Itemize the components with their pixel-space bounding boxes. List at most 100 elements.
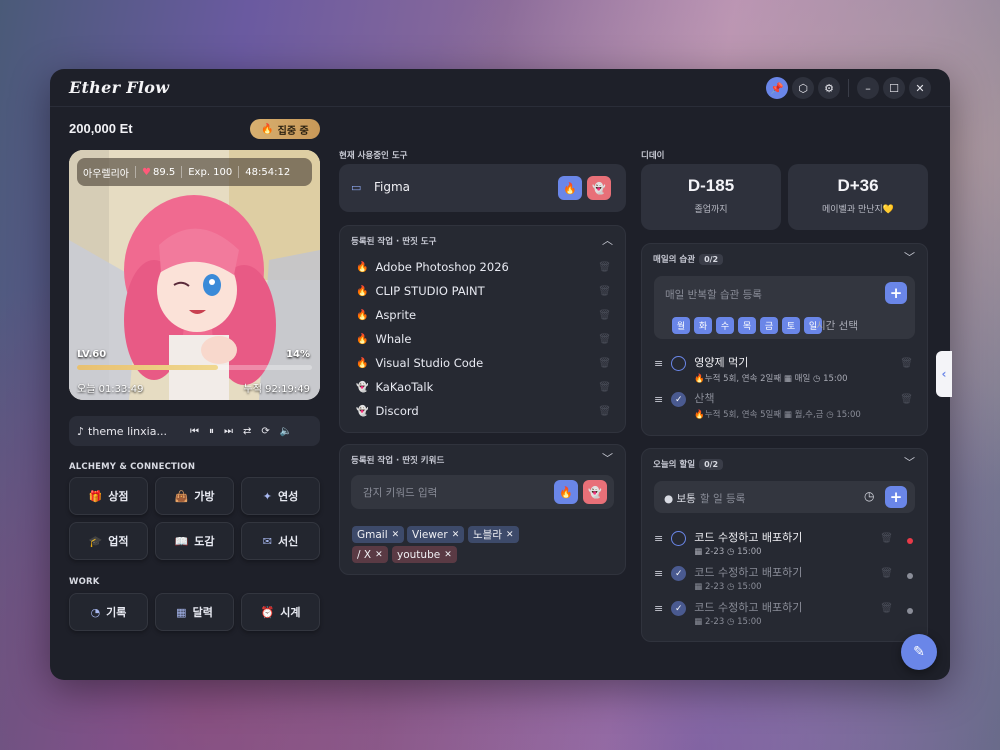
checkbox[interactable]: ✓	[671, 566, 687, 581]
mark-work-button[interactable]: 🔥	[558, 176, 582, 200]
trash-icon[interactable]: 🗑	[880, 568, 893, 579]
remove-chip-icon[interactable]: ✕	[392, 530, 400, 540]
drag-handle-icon[interactable]: ≡	[654, 602, 663, 615]
weekday-toggle[interactable]: 화	[694, 317, 712, 334]
remove-chip-icon[interactable]: ✕	[506, 530, 514, 540]
tool-item[interactable]: 🔥 Whale	[356, 332, 411, 346]
add-distraction-keyword-button[interactable]: 👻	[583, 480, 607, 504]
pin-icon[interactable]: 📌	[766, 77, 788, 99]
tool-name: Visual Studio Code	[375, 356, 484, 370]
chevron-down-icon[interactable]: ﹀	[904, 249, 915, 265]
dday-card[interactable]: D+36 메이벨과 만난지💛	[788, 164, 928, 230]
list-item[interactable]: ≡ 영양제 먹기 🔥누적 5회, 연속 2일째 ▦ 매일 ◷ 15:00	[654, 354, 848, 384]
tool-item[interactable]: 👻 Discord	[356, 404, 419, 418]
todo-input[interactable]: ● 보통 할 일 등록 ◷ +	[654, 481, 915, 513]
trash-icon[interactable]: 🗑	[598, 358, 611, 369]
add-habit-button[interactable]: +	[885, 282, 907, 304]
tool-item[interactable]: 🔥 Visual Studio Code	[356, 356, 483, 370]
time-select[interactable]: 시간 선택	[816, 318, 858, 333]
calendar-icon: ▦	[694, 617, 705, 627]
keyword-chip[interactable]: 노블라 ✕	[468, 526, 519, 543]
records-label: 기록	[106, 606, 127, 619]
records-button[interactable]: ◔ 기록	[69, 593, 148, 631]
add-todo-button[interactable]: +	[885, 486, 907, 508]
focus-status-badge[interactable]: 🔥 집중 중	[250, 119, 320, 139]
list-item[interactable]: ≡ 코드 수정하고 배포하기 ▦ 2-23 ◷ 15:00	[654, 529, 802, 557]
side-panel-toggle[interactable]: ‹	[936, 351, 952, 397]
list-item[interactable]: ≡ ✓ 코드 수정하고 배포하기 ▦ 2-23 ◷ 15:00	[654, 564, 802, 592]
clock-button[interactable]: ⏰ 시계	[241, 593, 320, 631]
calendar-button[interactable]: ▦ 달력	[155, 593, 234, 631]
trash-icon[interactable]: 🗑	[598, 286, 611, 297]
priority-selector[interactable]: ● 보통	[664, 491, 696, 506]
trash-icon[interactable]: 🗑	[900, 358, 913, 369]
tool-item[interactable]: 🔥 Adobe Photoshop 2026	[356, 260, 509, 274]
trash-icon[interactable]: 🗑	[880, 603, 893, 614]
drag-handle-icon[interactable]: ≡	[654, 532, 663, 545]
weekday-toggle[interactable]: 목	[738, 317, 756, 334]
dday-value: D+36	[837, 176, 879, 195]
collapse-icon[interactable]: ︿	[602, 232, 613, 248]
trash-icon[interactable]: 🗑	[880, 533, 893, 544]
bag-button[interactable]: 👜 가방	[155, 477, 234, 515]
clock-icon[interactable]: ◷	[864, 489, 874, 503]
tool-name: Asprite	[375, 308, 417, 322]
trash-icon[interactable]: 🗑	[598, 406, 611, 417]
shop-button[interactable]: 🎁 상점	[69, 477, 148, 515]
keyword-chip[interactable]: Viewer ✕	[407, 526, 465, 543]
habit-input-box[interactable]: 매일 반복할 습관 등록 + 월화수목금토일 시간 선택	[654, 276, 915, 339]
settings-icon[interactable]: ⚙	[818, 77, 840, 99]
pause-icon[interactable]: ⏸	[209, 426, 214, 437]
keyword-chip[interactable]: Gmail ✕	[352, 526, 405, 543]
next-icon[interactable]: ⏭	[224, 426, 233, 437]
chevron-down-icon[interactable]: ﹀	[904, 454, 915, 470]
edit-fab-button[interactable]: ✎	[901, 634, 937, 670]
collection-button[interactable]: 📖 도감	[155, 522, 234, 560]
keyword-chip[interactable]: / X ✕	[352, 546, 388, 563]
tool-item[interactable]: 👻 KaKaoTalk	[356, 380, 433, 394]
list-item[interactable]: ≡ ✓ 산책 🔥누적 5회, 연속 5일째 ▦ 월,수,금 ◷ 15:00	[654, 390, 861, 420]
mark-distraction-button[interactable]: 👻	[587, 176, 611, 200]
remove-chip-icon[interactable]: ✕	[375, 550, 383, 560]
trash-icon[interactable]: 🗑	[598, 334, 611, 345]
weekday-toggle[interactable]: 수	[716, 317, 734, 334]
weekday-toggle[interactable]: 월	[672, 317, 690, 334]
character-card[interactable]: 아우렐리아 ♥ 89.5 Exp. 100 48:54:12 LV.60 14% …	[69, 150, 320, 400]
trash-icon[interactable]: 🗑	[598, 310, 611, 321]
remove-chip-icon[interactable]: ✕	[444, 550, 452, 560]
maximize-icon[interactable]: ☐	[883, 77, 905, 99]
trash-icon[interactable]: 🗑	[598, 382, 611, 393]
repeat-icon[interactable]: ⟳	[261, 426, 269, 437]
add-work-keyword-button[interactable]: 🔥	[554, 480, 578, 504]
checkbox[interactable]: ✓	[671, 601, 687, 616]
previous-icon[interactable]: ⏮	[190, 426, 199, 437]
tool-item[interactable]: 🔥 CLIP STUDIO PAINT	[356, 284, 485, 298]
checkbox[interactable]	[671, 356, 687, 371]
chevron-down-icon[interactable]: ﹀	[602, 450, 613, 466]
alchemy-button[interactable]: ✦ 연성	[241, 477, 320, 515]
trash-icon[interactable]: 🗑	[900, 394, 913, 405]
cube-icon[interactable]: ⬡	[792, 77, 814, 99]
drag-handle-icon[interactable]: ≡	[654, 567, 663, 580]
keyword-input[interactable]: 감지 키워드 입력 🔥 👻	[351, 475, 614, 509]
item-body: 코드 수정하고 배포하기 ▦ 2-23 ◷ 15:00	[694, 564, 802, 592]
weekday-toggle[interactable]: 토	[782, 317, 800, 334]
checkbox[interactable]: ✓	[671, 392, 687, 407]
weekday-toggle[interactable]: 금	[760, 317, 778, 334]
volume-icon[interactable]: 🔈	[280, 426, 292, 437]
list-item[interactable]: ≡ ✓ 코드 수정하고 배포하기 ▦ 2-23 ◷ 15:00	[654, 599, 802, 627]
keyword-chip[interactable]: youtube ✕	[392, 546, 457, 563]
close-icon[interactable]: ✕	[909, 77, 931, 99]
drag-handle-icon[interactable]: ≡	[654, 357, 663, 370]
achievements-button[interactable]: 🎓 업적	[69, 522, 148, 560]
remove-chip-icon[interactable]: ✕	[452, 530, 460, 540]
trash-icon[interactable]: 🗑	[598, 262, 611, 273]
minimize-icon[interactable]: –	[857, 77, 879, 99]
shuffle-icon[interactable]: ⇄	[243, 426, 251, 437]
track-title[interactable]: theme linxia...	[88, 425, 178, 438]
tool-item[interactable]: 🔥 Asprite	[356, 308, 416, 322]
drag-handle-icon[interactable]: ≡	[654, 393, 663, 406]
checkbox[interactable]	[671, 531, 687, 546]
letters-button[interactable]: ✉ 서신	[241, 522, 320, 560]
dday-card[interactable]: D-185 졸업까지	[641, 164, 781, 230]
